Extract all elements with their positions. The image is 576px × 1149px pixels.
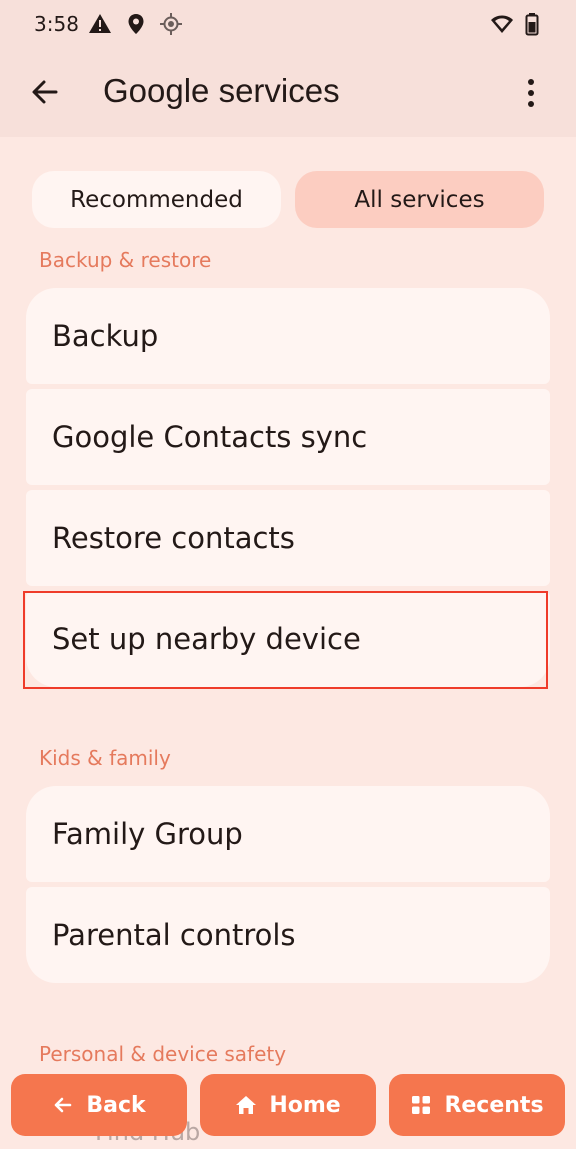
- gps-icon: [160, 13, 182, 35]
- back-button-label: Back: [86, 1092, 146, 1118]
- list-item-backup[interactable]: Backup: [26, 288, 550, 384]
- section-header-personal-device-safety: Personal & device safety: [39, 1042, 287, 1066]
- list-item-restore-contacts[interactable]: Restore contacts: [26, 490, 550, 586]
- more-vert-icon[interactable]: [515, 76, 547, 110]
- battery-icon: [525, 13, 539, 36]
- arrow-left-icon: [55, 1097, 72, 1113]
- home-button[interactable]: Home: [200, 1074, 376, 1136]
- recents-button[interactable]: Recents: [389, 1074, 565, 1136]
- section-header-backup-restore: Backup & restore: [39, 248, 212, 272]
- screen: 3:58 Google services Recommended All ser…: [0, 0, 576, 1149]
- home-icon: [236, 1096, 257, 1114]
- list-item-family-group[interactable]: Family Group: [26, 786, 550, 882]
- status-bar: 3:58: [0, 0, 576, 50]
- back-button[interactable]: Back: [11, 1074, 187, 1136]
- location-pin-icon: [128, 14, 144, 34]
- list-item-parental-controls[interactable]: Parental controls: [26, 887, 550, 983]
- recents-grid-icon: [412, 1096, 431, 1114]
- wifi-icon: [491, 15, 513, 33]
- app-bar: Google services: [0, 50, 576, 137]
- tab-all-services[interactable]: All services: [295, 171, 544, 228]
- section-header-kids-family: Kids & family: [39, 746, 171, 770]
- warning-icon: [89, 14, 111, 33]
- list-item-google-contacts-sync[interactable]: Google Contacts sync: [26, 389, 550, 485]
- tab-recommended[interactable]: Recommended: [32, 171, 281, 228]
- highlight-box: [23, 591, 548, 689]
- recents-button-label: Recents: [444, 1092, 544, 1118]
- status-time: 3:58: [34, 12, 79, 36]
- home-button-label: Home: [269, 1092, 341, 1118]
- page-title: Google services: [103, 72, 340, 109]
- back-arrow-icon[interactable]: [28, 74, 64, 110]
